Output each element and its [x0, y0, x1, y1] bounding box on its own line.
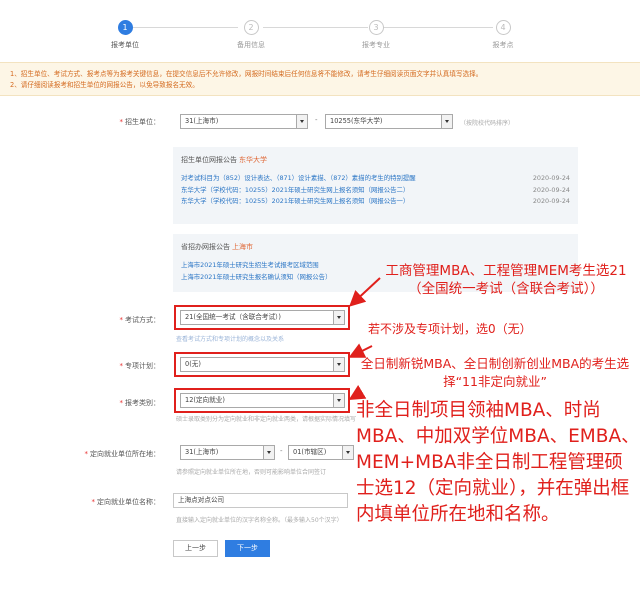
annotation-fulltime: 全日制新锐MBA、全日制创新创业MBA的考生选择“11非定向就业” [360, 356, 630, 389]
annotation-special-plan: 若不涉及专项计划，选0（无） [368, 322, 532, 336]
annotation-parttime: 非全日制项目领袖MBA、时尚MBA、中加双学位MBA、EMBA、MEM+MBA非… [356, 400, 640, 525]
annotation-exam-method: 工商管理MBA、工程管理MEM考生选21（全国统一考试（含联合考试）） [385, 263, 627, 297]
